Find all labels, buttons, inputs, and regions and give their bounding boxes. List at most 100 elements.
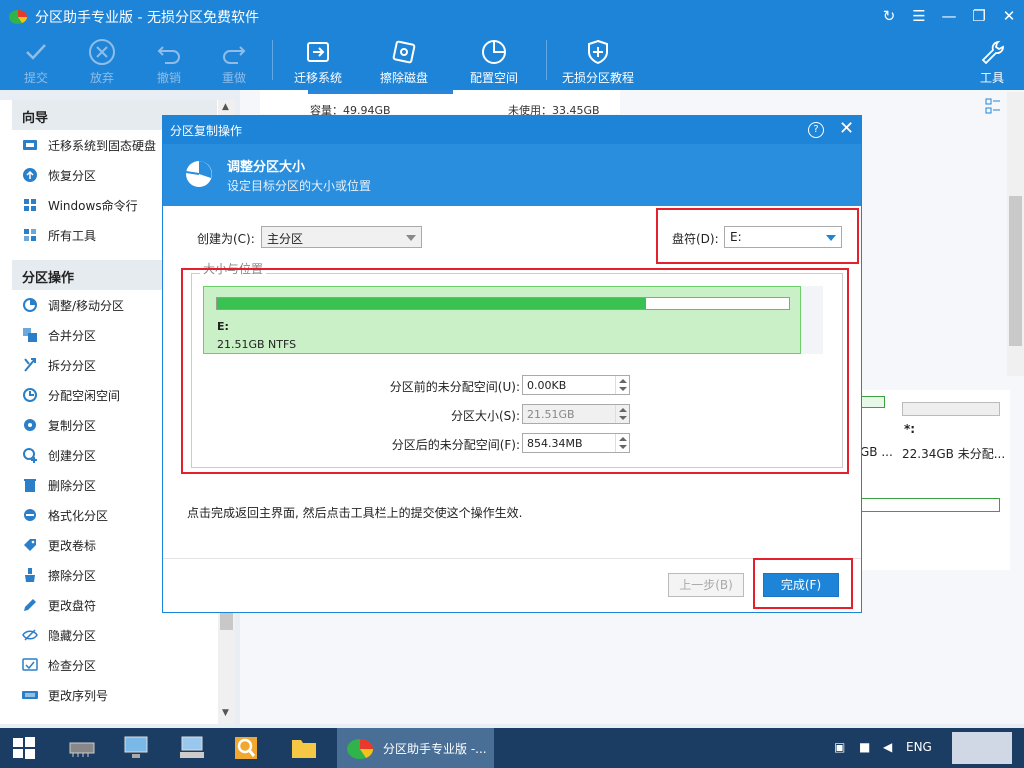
minimize-button[interactable]: — <box>934 0 964 32</box>
allocate-free-icon <box>23 388 37 402</box>
label-icon <box>24 539 36 551</box>
app-logo-icon <box>347 739 374 759</box>
redo-button[interactable]: 重做 <box>216 32 252 90</box>
sidebar-item-hide[interactable]: 隐藏分区 <box>12 620 217 650</box>
tutorial-button[interactable]: 无损分区教程 <box>558 32 638 90</box>
sidebar-item-label: 隐藏分区 <box>48 628 97 643</box>
dialog-header-subtitle: 设定目标分区的大小或位置 <box>227 179 372 193</box>
eye-hide-icon <box>22 629 38 641</box>
scroll-up-icon[interactable]: ▲ <box>222 102 229 112</box>
taskbar-app-keyboard[interactable] <box>168 728 216 768</box>
partition-copy-dialog: 分区复制操作 ? ✕ 调整分区大小 设定目标分区的大小或位置 创建为(C): 主… <box>162 115 862 613</box>
menu-icon[interactable]: ☰ <box>904 0 934 32</box>
dialog-close-icon[interactable]: ✕ <box>839 118 854 139</box>
usage-fill <box>217 298 646 309</box>
display-tray-icon[interactable]: ■ <box>859 740 870 754</box>
sidebar-item-serial[interactable]: 更改序列号 <box>12 680 217 710</box>
spin-up-icon[interactable] <box>619 379 627 383</box>
unallocated-block[interactable] <box>902 402 1000 416</box>
sidebar-item-label: 格式化分区 <box>48 508 109 523</box>
unalloc-before-input[interactable]: 0.00KB <box>522 375 630 395</box>
sidebar-item-label: 恢复分区 <box>48 168 97 183</box>
taskbar-app-memory[interactable] <box>58 728 106 768</box>
help-icon[interactable]: ? <box>808 122 824 138</box>
wipe-disk-button[interactable]: 擦除磁盘 <box>376 32 432 90</box>
partition-detail: 21.51GB NTFS <box>217 338 297 351</box>
taskbar-app-search[interactable] <box>222 728 270 768</box>
wipe-disk-icon <box>392 40 416 64</box>
partition-block-2[interactable] <box>860 498 1000 512</box>
spin-up-icon[interactable] <box>619 408 627 412</box>
partition-name: E: <box>217 320 229 333</box>
start-button[interactable] <box>0 728 48 768</box>
split-icon <box>24 358 36 372</box>
unalloc-after-input[interactable]: 854.34MB <box>522 433 630 453</box>
allocate-space-label: 配置空间 <box>469 71 518 85</box>
migrate-system-button[interactable]: 迁移系统 <box>290 32 346 90</box>
finish-button[interactable]: 完成(F) <box>763 573 839 597</box>
spin-stepper[interactable] <box>615 405 629 423</box>
clock-area[interactable] <box>952 732 1012 764</box>
merge-icon <box>23 328 37 342</box>
sidebar-item-check[interactable]: 检查分区 <box>12 650 217 680</box>
discard-label: 放弃 <box>89 71 114 85</box>
allocate-icon <box>482 40 506 64</box>
commit-button[interactable]: 提交 <box>18 32 54 90</box>
spin-up-icon[interactable] <box>619 437 627 441</box>
toolbar: 提交 放弃 撤销 重做 迁移系统 擦除磁盘 配置空间 无损分区教程 工具 <box>0 32 1024 90</box>
view-toggle-icon[interactable] <box>985 98 1001 114</box>
window-title: 分区助手专业版 - 无损分区免费软件 <box>35 10 259 26</box>
resize-partition-icon <box>185 161 212 187</box>
check-icon <box>26 44 46 60</box>
volume-tray-icon[interactable]: ◀ <box>883 740 892 754</box>
undo-button[interactable]: 撤销 <box>151 32 187 90</box>
network-tray-icon[interactable]: ▣ <box>834 740 845 754</box>
serial-icon <box>22 691 38 699</box>
right-scrollbar[interactable] <box>1007 92 1024 376</box>
chevron-down-icon <box>406 235 416 241</box>
toolbar-separator <box>272 40 273 80</box>
spin-down-icon[interactable] <box>619 416 627 420</box>
unalloc-before-label: 分区前的未分配空间(U): <box>389 380 520 394</box>
sidebar-item-label: 更改卷标 <box>48 538 97 553</box>
folder-icon <box>292 740 316 758</box>
spin-stepper[interactable] <box>615 376 629 394</box>
unalloc-after-label: 分区后的未分配空间(F): <box>391 438 520 452</box>
migrate-system-label: 迁移系统 <box>293 71 342 85</box>
memory-chip-icon <box>69 742 95 757</box>
taskbar-app-network[interactable] <box>112 728 160 768</box>
cancel-icon <box>89 39 115 65</box>
partition-size-input[interactable]: 21.51GB <box>522 404 630 424</box>
allocate-space-button[interactable]: 配置空间 <box>466 32 522 90</box>
partition-card[interactable]: E: 21.51GB NTFS <box>203 286 801 354</box>
restore-button[interactable]: ❐ <box>964 0 994 32</box>
create-icon <box>23 448 37 463</box>
scroll-down-icon[interactable]: ▼ <box>222 708 229 718</box>
tools-button[interactable]: 工具 <box>976 32 1008 90</box>
refresh-icon[interactable]: ↻ <box>874 0 904 32</box>
partition-block[interactable] <box>860 396 885 408</box>
delete-icon <box>24 479 36 492</box>
create-as-value: 主分区 <box>267 232 304 246</box>
migrate-icon <box>307 42 329 62</box>
sidebar-item-label: 检查分区 <box>48 658 97 673</box>
spin-down-icon[interactable] <box>619 387 627 391</box>
previous-button[interactable]: 上一步(B) <box>668 573 744 597</box>
taskbar-app-explorer[interactable] <box>280 728 328 768</box>
tools-grid-icon <box>24 229 36 241</box>
scroll-thumb[interactable] <box>1009 196 1022 346</box>
instruction-text: 点击完成返回主界面, 然后点击工具栏上的提交使这个操作生效. <box>187 506 523 520</box>
close-button[interactable]: ✕ <box>994 0 1024 32</box>
discard-button[interactable]: 放弃 <box>84 32 120 90</box>
wrench-icon <box>981 40 1004 65</box>
create-as-select[interactable]: 主分区 <box>261 226 422 248</box>
spin-down-icon[interactable] <box>619 445 627 449</box>
spin-stepper[interactable] <box>615 434 629 452</box>
drive-letter-select[interactable]: E: <box>724 226 842 248</box>
language-indicator[interactable]: ENG <box>906 740 932 754</box>
partition-size-value: 21.51GB <box>527 408 575 421</box>
resize-icon <box>23 298 37 312</box>
sidebar-item-label: 更改序列号 <box>48 688 109 703</box>
chevron-down-icon <box>826 235 836 241</box>
windows-icon <box>24 199 36 211</box>
